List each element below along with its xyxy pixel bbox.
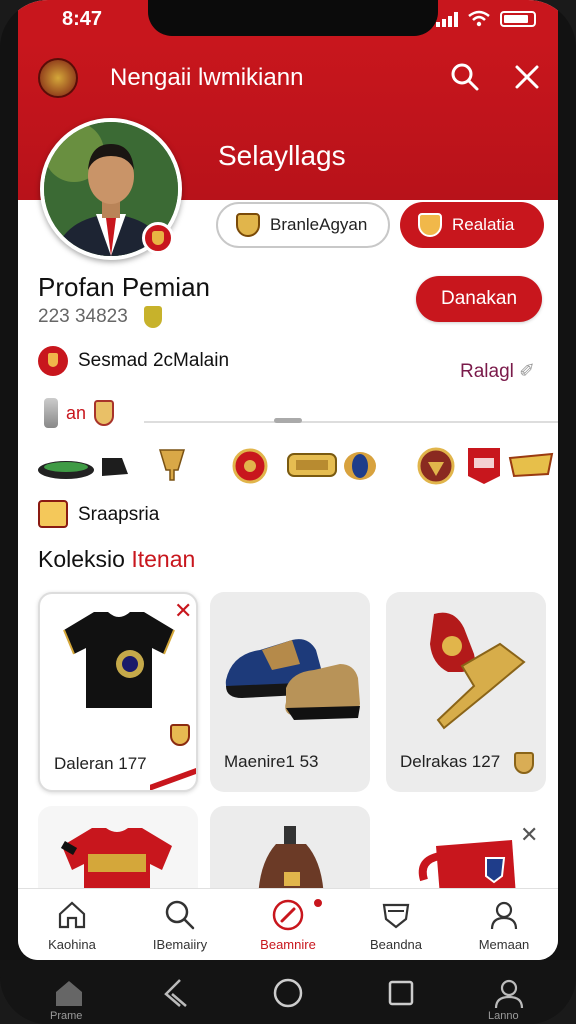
mini-label: an (66, 402, 87, 423)
item-card-trophy[interactable]: Delrakas 127 (386, 592, 546, 792)
sponsor-icon (38, 500, 68, 528)
profile-icon[interactable] (492, 976, 526, 1010)
club-crest-icon[interactable] (416, 440, 456, 490)
app-screen: 8:47 Nengaii lwmikiann Selayllags Branle… (18, 0, 558, 960)
item-card-jersey[interactable]: ✕ Daleran 177 (38, 592, 198, 792)
champion-badge-icon[interactable] (508, 440, 554, 490)
sponsor-label: Sraapsria (78, 504, 160, 525)
status-icons (436, 10, 536, 27)
mini-trophy-row: an (44, 398, 115, 428)
golden-ball-icon[interactable] (284, 440, 340, 490)
nav-matches[interactable]: Beamnire (234, 889, 342, 960)
trophy-image (430, 612, 526, 730)
collection-title-main: Koleksio (38, 546, 125, 572)
system-profile-label: Lanno (488, 1010, 519, 1022)
cup-icon (44, 398, 58, 428)
item-label: Delrakas 127 (400, 752, 501, 771)
league-crest-icon (236, 213, 260, 237)
jersey-image (63, 612, 175, 708)
trophy-badge-icon[interactable] (156, 440, 188, 490)
status-time: 8:47 (62, 8, 103, 30)
item-label: Maenire1 53 (224, 752, 319, 771)
search-icon[interactable] (450, 62, 480, 92)
home-icon (58, 901, 86, 929)
season-icon (38, 346, 68, 376)
phone-frame: 8:47 Nengaii lwmikiann Selayllags Branle… (0, 0, 576, 1024)
season-label: Sesmad 2cMalain (78, 350, 230, 371)
battery-icon (500, 11, 536, 27)
item-label: Daleran 177 (54, 754, 147, 773)
divider (144, 421, 558, 423)
remove-icon[interactable]: ✕ (174, 600, 192, 622)
bottom-navigation: Kaohina IBemaiiry Beamnire Beandna Memaa… (18, 888, 558, 960)
trophy-icon (94, 400, 115, 426)
close-icon[interactable] (512, 62, 542, 92)
league-label: BranleAgyan (270, 215, 368, 234)
boots-image (225, 639, 360, 720)
nav-club[interactable]: Beandna (342, 889, 450, 960)
item-card-boots[interactable]: Maenire1 53 (210, 592, 370, 792)
nav-label: IBemaiiry (152, 937, 208, 952)
signal-icon (436, 11, 458, 27)
team-label: Realatia (452, 215, 515, 234)
camera-notch (148, 0, 438, 36)
system-home-label: Prame (50, 1010, 83, 1022)
player-id: 223 34823 (38, 306, 128, 327)
player-name: Profan Pemian (38, 272, 210, 302)
achievement-badges (36, 440, 556, 492)
whistle-icon (272, 899, 304, 931)
follow-button[interactable]: Danakan (416, 276, 542, 322)
page-title: Selayllags (218, 140, 346, 171)
nav-label: Beandna (369, 937, 423, 952)
team-crest-icon (418, 213, 442, 237)
club-logo-icon (38, 58, 78, 98)
profile-icon (490, 901, 518, 930)
nav-label: Beamnire (260, 937, 316, 952)
back-icon[interactable] (158, 976, 192, 1010)
history-link[interactable]: Ralagl ✐ (460, 360, 535, 383)
system-navigation: Prame Lanno (0, 960, 576, 1024)
shield-icon (382, 903, 410, 929)
league-chip[interactable]: BranleAgyan (216, 202, 390, 248)
status-bar: 8:47 (18, 0, 558, 40)
history-link-label: Ralagl (460, 361, 514, 382)
wifi-icon (468, 10, 490, 27)
recents-icon[interactable] (384, 976, 418, 1010)
nav-home[interactable]: Kaohina (18, 889, 126, 960)
team-chip[interactable]: Realatia (400, 202, 544, 248)
pen-icon: ✐ (519, 361, 536, 382)
nav-label: Kaohina (48, 937, 96, 952)
club-badge-icon (142, 222, 174, 254)
item-crest-icon (514, 752, 534, 774)
collection-title: Koleksio Itenan (38, 546, 195, 573)
nav-label: Memaan (478, 937, 530, 952)
card-stripe (150, 767, 196, 790)
stadium-icon[interactable] (36, 440, 96, 490)
mug-image (418, 840, 516, 896)
medal-icon[interactable] (230, 440, 270, 490)
verified-crest-icon (144, 306, 162, 328)
item-crest-icon (170, 724, 190, 746)
nav-search[interactable]: IBemaiiry (126, 889, 234, 960)
flag-badge-icon[interactable] (466, 440, 502, 490)
notification-dot (312, 897, 324, 909)
search-icon (165, 900, 195, 930)
ball-icon[interactable] (342, 440, 378, 490)
nav-profile[interactable]: Memaan (450, 889, 558, 960)
drag-handle[interactable] (274, 418, 302, 423)
app-title: Nengaii lwmikiann (110, 64, 304, 91)
circle-home-icon[interactable] (271, 976, 305, 1010)
home-icon[interactable] (52, 976, 86, 1010)
boot-icon[interactable] (98, 440, 132, 490)
collection-title-accent: Itenan (131, 546, 196, 572)
